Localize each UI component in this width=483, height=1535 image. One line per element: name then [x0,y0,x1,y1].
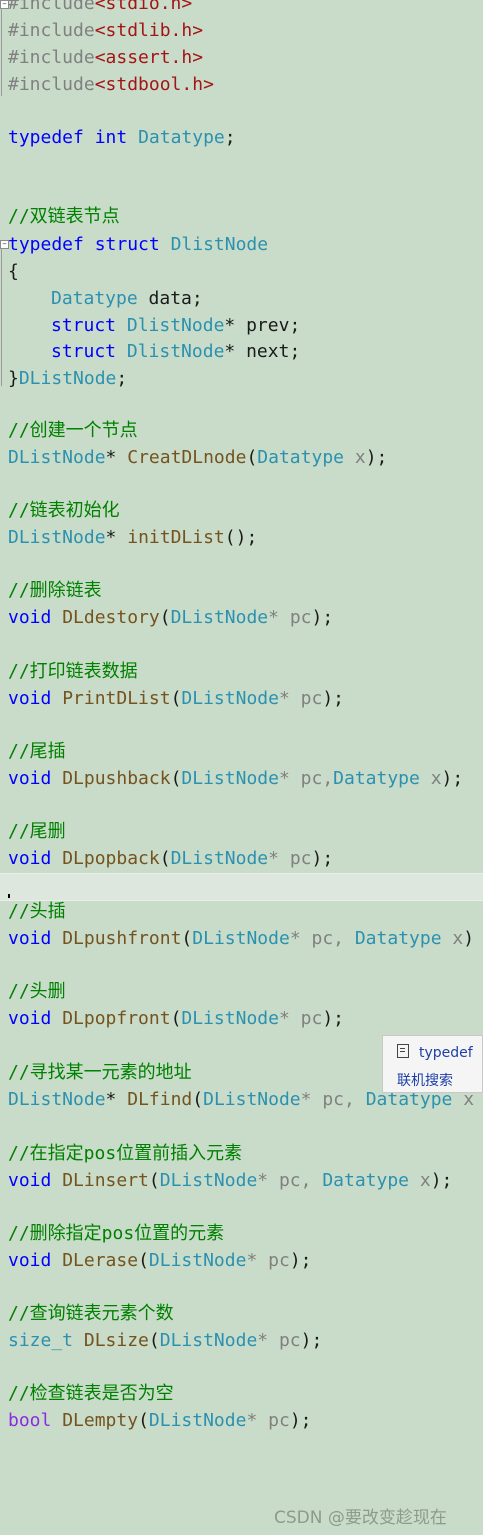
include-line: #include<assert.h> [8,47,204,68]
function-declaration: DListNode* initDList(); [8,527,258,548]
function-declaration: void DLerase(DListNode* pc); [8,1250,312,1271]
comment-line: //尾插 [8,741,66,762]
comment-line: //尾删 [8,821,66,842]
struct-field: struct DlistNode* prev; [51,315,301,336]
comment-line: //头插 [8,901,66,922]
autocomplete-popup[interactable]: typedef 联机搜索 [382,1035,483,1093]
struct-head-line: typedef struct DlistNode [8,234,269,255]
struct-field: struct DlistNode* next; [51,341,301,362]
text-caret [8,894,10,898]
comment-line: //在指定pos位置前插入元素 [8,1143,243,1164]
struct-field: Datatype data; [51,288,203,309]
comment-line: //头删 [8,981,66,1002]
document-icon [397,1044,409,1058]
function-declaration: void DLdestory(DListNode* pc); [8,607,334,628]
online-search-link[interactable]: 联机搜索 [397,1070,453,1090]
typedef-line: typedef int Datatype; [8,127,236,148]
code-editor[interactable]: − #include<stdio.h> #include<stdlib.h> #… [0,0,483,1535]
comment-line: //双链表节点 [8,206,120,227]
comment-line: //检查链表是否为空 [8,1383,174,1404]
function-declaration: bool DLempty(DListNode* pc); [8,1410,312,1431]
comment-line: //打印链表数据 [8,661,138,682]
comment-line: //创建一个节点 [8,420,138,441]
function-declaration: void DLpopback(DListNode* pc); [8,848,334,869]
comment-line: //查询链表元素个数 [8,1303,174,1324]
fold-guide [1,8,2,96]
watermark: CSDN @要改变趁现在 [274,1508,447,1528]
function-declaration: void PrintDList(DListNode* pc); [8,688,345,709]
function-declaration: void DLpushfront(DListNode* pc, Datatype… [8,928,475,949]
function-declaration: void DLpopfront(DListNode* pc); [8,1008,345,1029]
suggestion-typedef[interactable]: typedef [397,1044,473,1061]
include-line: #include<stdlib.h> [8,20,204,41]
struct-close-line: }DListNode; [8,368,128,389]
comment-line: //链表初始化 [8,500,120,521]
include-line: #include<stdio.h> [8,0,193,14]
fold-guide [1,248,2,386]
brace-line: { [8,261,19,282]
comment-line: //删除指定pos位置的元素 [8,1223,225,1244]
function-declaration: void DLpushback(DListNode* pc,Datatype x… [8,768,464,789]
function-declaration: void DLinsert(DListNode* pc, Datatype x)… [8,1170,453,1191]
include-line: #include<stdbool.h> [8,74,214,95]
function-declaration: size_t DLsize(DListNode* pc); [8,1330,323,1351]
current-line-highlight [0,873,483,901]
comment-line: //删除链表 [8,580,102,601]
function-declaration: DListNode* CreatDLnode(Datatype x); [8,447,388,468]
comment-line: //寻找某一元素的地址 [8,1062,192,1083]
